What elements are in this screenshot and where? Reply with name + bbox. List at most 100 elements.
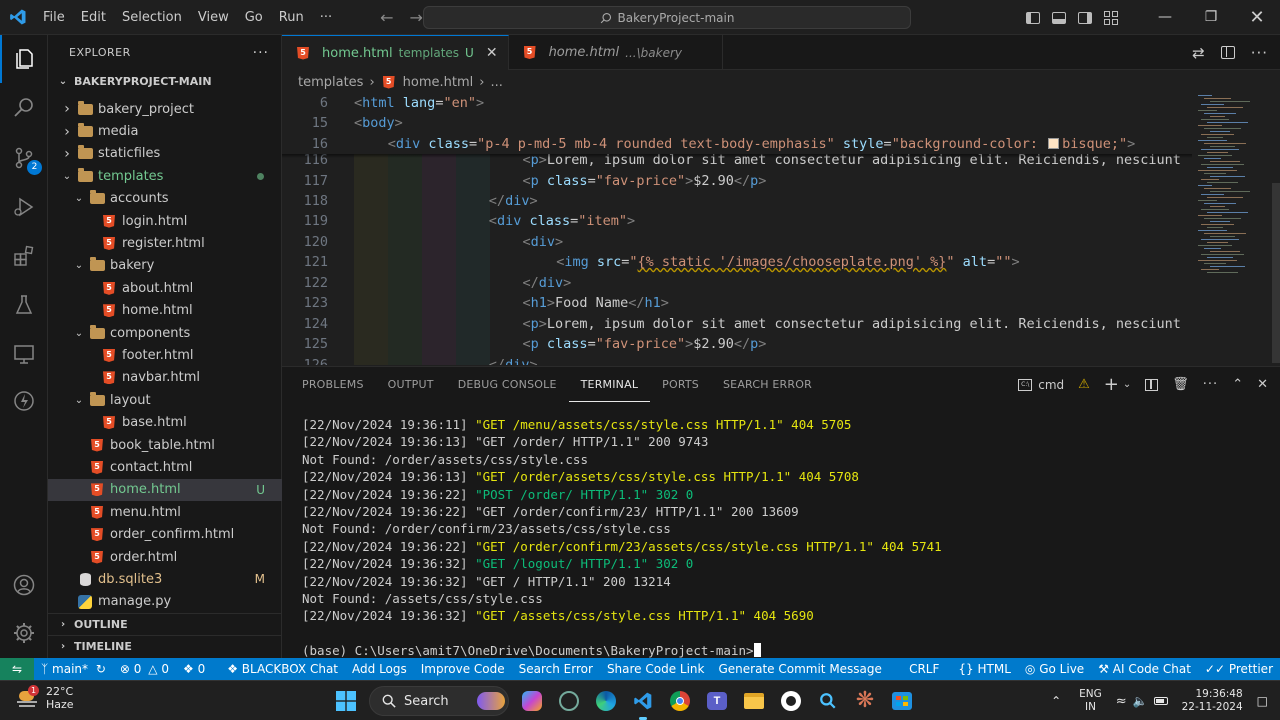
close-window-icon[interactable]: ✕ <box>1234 0 1280 35</box>
run-debug-icon[interactable] <box>0 183 48 231</box>
blackbox-icon[interactable] <box>0 377 48 425</box>
file-order-confirm-html[interactable]: 5 order_confirm.html <box>48 523 282 545</box>
warning-icon[interactable]: ⚠ <box>1078 377 1090 392</box>
folder-templates[interactable]: ⌄ templates <box>48 165 282 187</box>
sync-icon[interactable]: ↻ <box>96 662 106 676</box>
code-line[interactable]: 124 <p>Lorem, ipsum dolor sit amet consec… <box>282 314 1192 334</box>
close-panel-icon[interactable]: ✕ <box>1257 377 1268 392</box>
claude-icon[interactable]: ❋ <box>851 687 879 715</box>
file-menu-html[interactable]: 5 menu.html <box>48 501 282 523</box>
more-actions-icon[interactable]: ··· <box>1251 44 1268 62</box>
source-control-icon[interactable]: 2 <box>0 134 48 182</box>
file-navbar-html[interactable]: 5 navbar.html <box>48 367 282 389</box>
minimap-scroll-slider[interactable] <box>1272 183 1280 363</box>
back-arrow-icon[interactable]: ← <box>380 8 393 27</box>
menu-edit[interactable]: Edit <box>73 0 114 35</box>
tab-problems[interactable]: PROBLEMS <box>290 367 376 402</box>
outline-section[interactable]: › OUTLINE <box>48 613 282 635</box>
ports-indicator[interactable]: ❖ 0 <box>176 662 212 676</box>
explorer-icon[interactable] <box>0 35 48 83</box>
menu-selection[interactable]: Selection <box>114 0 190 35</box>
breadcrumb-symbol[interactable]: ... <box>490 75 502 90</box>
volume-icon[interactable]: 🔈 <box>1133 694 1148 708</box>
menu-overflow[interactable]: ··· <box>312 0 340 35</box>
minimap[interactable] <box>1192 93 1280 365</box>
edge-browser-icon[interactable] <box>592 687 620 715</box>
windows-start-icon[interactable] <box>332 687 360 715</box>
file-register-html[interactable]: 5 register.html <box>48 232 282 254</box>
generate-commit-message-button[interactable]: Generate Commit Message <box>712 662 889 676</box>
close-tab-icon[interactable]: ✕ <box>486 45 498 61</box>
command-center-search[interactable]: BakeryProject-main <box>423 6 911 29</box>
chevron-down-icon[interactable]: ⌄ <box>1123 379 1131 390</box>
blackbox-chat-button[interactable]: ❖ BLACKBOX Chat <box>220 662 345 676</box>
file-about-html[interactable]: 5 about.html <box>48 277 282 299</box>
folder-staticfiles[interactable]: › staticfiles <box>48 143 282 165</box>
ai-code-chat-button[interactable]: ⚒ AI Code Chat <box>1091 662 1198 676</box>
extensions-icon[interactable] <box>0 232 48 280</box>
code-line[interactable]: 126 </div> <box>282 355 1192 365</box>
tab-debug-console[interactable]: DEBUG CONSOLE <box>446 367 569 402</box>
wifi-icon[interactable]: ≈ <box>1116 694 1127 709</box>
menu-view[interactable]: View <box>190 0 237 35</box>
terminal-shell-label[interactable]: cmd <box>1038 378 1064 392</box>
tab-ports[interactable]: PORTS <box>650 367 711 402</box>
tab-terminal[interactable]: TERMINAL <box>568 367 651 402</box>
sticky-scroll-line[interactable]: 16 <div class="p-4 p-md-5 mb-4 rounded te… <box>282 133 1192 154</box>
menu-run[interactable]: Run <box>271 0 312 35</box>
search-icon[interactable] <box>0 83 48 131</box>
testing-icon[interactable] <box>0 281 48 329</box>
folder-bakery-project[interactable]: › bakery_project <box>48 98 282 120</box>
folder-accounts[interactable]: ⌄ accounts <box>48 188 282 210</box>
remote-window-button[interactable]: ⇋ <box>0 658 34 680</box>
eol-indicator[interactable]: CRLF <box>902 662 951 676</box>
split-terminal-icon[interactable] <box>1145 378 1159 391</box>
color-swatch-icon[interactable] <box>1048 137 1060 149</box>
manage-gear-icon[interactable] <box>0 609 48 657</box>
branch-indicator[interactable]: ᛉ main* ↻ <box>34 662 113 676</box>
code-line[interactable]: 117 <p class="fav-price">$2.90</p> <box>282 170 1192 190</box>
timeline-section[interactable]: › TIMELINE <box>48 635 282 657</box>
copilot-icon[interactable] <box>518 687 546 715</box>
minimize-window-icon[interactable]: — <box>1142 0 1188 35</box>
vscode-taskbar-icon[interactable] <box>629 687 657 720</box>
code-line[interactable]: 120 <div> <box>282 232 1192 252</box>
github-icon[interactable] <box>777 687 805 715</box>
folder-media[interactable]: › media <box>48 120 282 142</box>
tab-search-error[interactable]: SEARCH ERROR <box>711 367 824 402</box>
tab-output[interactable]: OUTPUT <box>376 367 446 402</box>
add-logs-button[interactable]: Add Logs <box>345 662 414 676</box>
breadcrumb-file[interactable]: home.html <box>403 75 474 90</box>
maximize-panel-icon[interactable]: ⌃ <box>1232 377 1243 392</box>
input-language-indicator[interactable]: ENG IN <box>1079 688 1102 714</box>
chrome-icon[interactable] <box>666 687 694 715</box>
kill-terminal-trash-icon[interactable]: 🗑 <box>1172 377 1189 392</box>
breadcrumb-templates[interactable]: templates <box>298 75 363 90</box>
terminal-output[interactable]: [22/Nov/2024 19:36:11] "GET /menu/assets… <box>302 417 1272 660</box>
file-base-html[interactable]: 5 base.html <box>48 411 282 433</box>
toggle-secondary-sidebar-icon[interactable] <box>1078 11 1092 24</box>
code-editor[interactable]: 6 <html lang="en"> 15 <body> 16 <div class="p… <box>282 93 1192 365</box>
sticky-scroll-line[interactable]: 15 <body> <box>282 113 1192 134</box>
problems-indicator[interactable]: ⊗ 0 △ 0 <box>113 662 176 676</box>
file-db-sqlite3[interactable]: db.sqlite3 M <box>48 568 282 590</box>
tab-home-templates[interactable]: 5 home.html templates U ✕ <box>282 35 509 70</box>
clock[interactable]: 19:36:48 22-11-2024 <box>1182 688 1243 714</box>
code-line[interactable]: 118 </div> <box>282 191 1192 211</box>
search-app-icon[interactable] <box>814 687 842 715</box>
teams-icon[interactable]: T <box>703 687 731 715</box>
code-line[interactable]: 121 <img src="{% static '/images/choosepl… <box>282 252 1192 272</box>
forward-arrow-icon[interactable]: → <box>410 8 423 27</box>
file-home-html[interactable]: 5 home.html U <box>48 478 282 502</box>
file-manage-py[interactable]: manage.py <box>48 591 282 613</box>
weather-widget[interactable]: 1 22°C Haze <box>16 685 74 711</box>
menu-go[interactable]: Go <box>237 0 271 35</box>
microsoft-store-icon[interactable] <box>888 687 916 715</box>
taskbar-search[interactable]: Search <box>369 686 509 716</box>
battery-icon[interactable] <box>1153 697 1168 705</box>
sticky-scroll-line[interactable]: 6 <html lang="en"> <box>282 93 1192 114</box>
code-line[interactable]: 119 <div class="item"> <box>282 211 1192 231</box>
new-terminal-icon[interactable]: + <box>1104 374 1119 395</box>
file-contact-html[interactable]: 5 contact.html <box>48 456 282 478</box>
file-explorer-icon[interactable] <box>740 687 768 715</box>
